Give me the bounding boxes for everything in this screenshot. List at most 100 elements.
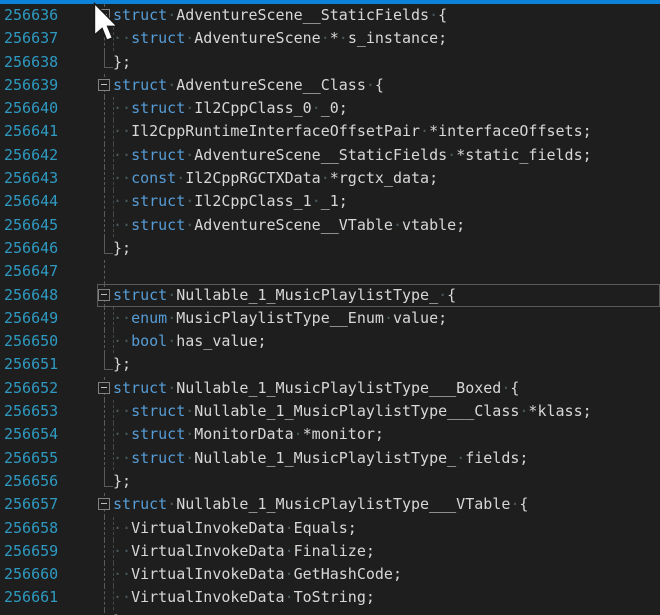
code-line[interactable]: 256653··struct·Nullable_1_MusicPlaylistT… bbox=[0, 400, 660, 423]
code-text: ··struct·AdventureScene__StaticFields·*s… bbox=[113, 144, 592, 167]
code-line[interactable]: 256646}; bbox=[0, 237, 660, 260]
line-number[interactable]: 256644 bbox=[4, 190, 58, 213]
line-number[interactable]: 256647 bbox=[4, 260, 58, 283]
keyword-token: struct bbox=[113, 286, 167, 304]
line-number[interactable]: 256648 bbox=[4, 284, 58, 307]
line-number[interactable]: 256653 bbox=[4, 400, 58, 423]
code-line[interactable]: 256640··struct·Il2CppClass_0·_0; bbox=[0, 97, 660, 120]
code-token: Nullable_1_MusicPlaylistType___VTable bbox=[176, 495, 510, 513]
whitespace-dot: · bbox=[122, 565, 131, 583]
line-number[interactable]: 256661 bbox=[4, 586, 58, 609]
whitespace-dot: · bbox=[113, 449, 122, 467]
line-number[interactable]: 256652 bbox=[4, 377, 58, 400]
line-number[interactable]: 256649 bbox=[4, 307, 58, 330]
code-line[interactable]: 256639struct·AdventureScene__Class·{ bbox=[0, 74, 660, 97]
code-line[interactable]: 256656}; bbox=[0, 470, 660, 493]
code-line[interactable]: 256661··VirtualInvokeData·ToString; bbox=[0, 586, 660, 609]
line-number[interactable]: 256658 bbox=[4, 517, 58, 540]
fold-scope-line bbox=[104, 517, 105, 540]
whitespace-dot: · bbox=[285, 565, 294, 583]
line-number[interactable]: 256654 bbox=[4, 423, 58, 446]
code-line[interactable]: 256645··struct·AdventureScene__VTable·vt… bbox=[0, 214, 660, 237]
whitespace-dot: · bbox=[429, 6, 438, 24]
whitespace-dot: · bbox=[167, 286, 176, 304]
whitespace-dot: · bbox=[113, 402, 122, 420]
code-line[interactable]: 256642 ··struct·AdventureScene__StaticFie… bbox=[0, 144, 660, 167]
code-line[interactable]: 256650 ··bool·has_value; bbox=[0, 330, 660, 353]
line-number[interactable]: 256639 bbox=[4, 74, 58, 97]
fold-scope-line bbox=[104, 563, 105, 586]
whitespace-dot: · bbox=[366, 76, 375, 94]
code-text: struct·Nullable_1_MusicPlaylistType_·{ bbox=[113, 284, 456, 307]
whitespace-dot: · bbox=[420, 122, 429, 140]
code-line[interactable]: 256649··enum·MusicPlaylistType__Enum·val… bbox=[0, 307, 660, 330]
code-line[interactable]: 256651}; bbox=[0, 353, 660, 376]
fold-end-corner bbox=[104, 51, 113, 68]
code-line[interactable]: 256638}; bbox=[0, 51, 660, 74]
minus-glyph bbox=[101, 387, 107, 388]
code-token: *rgctx_data; bbox=[330, 169, 438, 187]
code-text: ··const·Il2CppRGCTXData·*rgctx_data; bbox=[113, 167, 438, 190]
fold-collapse-icon[interactable] bbox=[98, 289, 110, 301]
code-token: AdventureScene__Class bbox=[176, 76, 366, 94]
code-line[interactable]: 256637 ··struct·AdventureScene·*·s_instan… bbox=[0, 27, 660, 50]
code-token: *static_fields; bbox=[456, 146, 591, 164]
fold-scope-line bbox=[104, 27, 105, 50]
line-number[interactable]: 256643 bbox=[4, 167, 58, 190]
fold-collapse-icon[interactable] bbox=[98, 9, 110, 21]
line-number[interactable]: 256662 bbox=[4, 610, 58, 615]
fold-collapse-icon[interactable] bbox=[98, 382, 110, 394]
code-line[interactable]: 256652struct·Nullable_1_MusicPlaylistTyp… bbox=[0, 377, 660, 400]
code-line[interactable]: 256636struct·AdventureScene__StaticField… bbox=[0, 4, 660, 27]
code-token: vtable; bbox=[402, 216, 465, 234]
line-number[interactable]: 256645 bbox=[4, 214, 58, 237]
code-line[interactable]: 256658··VirtualInvokeData·Equals; bbox=[0, 517, 660, 540]
code-token: VirtualInvokeData bbox=[131, 519, 285, 537]
code-line[interactable]: 256647 bbox=[0, 260, 660, 283]
code-line[interactable]: 256659··VirtualInvokeData·Finalize; bbox=[0, 540, 660, 563]
fold-collapse-icon[interactable] bbox=[98, 498, 110, 510]
code-text: ··bool·has_value; bbox=[113, 330, 267, 353]
line-number[interactable]: 256660 bbox=[4, 563, 58, 586]
keyword-token: struct bbox=[131, 402, 185, 420]
code-token: { bbox=[447, 286, 456, 304]
line-number[interactable]: 256636 bbox=[4, 4, 58, 27]
line-number[interactable]: 256646 bbox=[4, 237, 58, 260]
code-line[interactable]: 256655··struct·Nullable_1_MusicPlaylistT… bbox=[0, 447, 660, 470]
code-token: VirtualInvokeData bbox=[131, 565, 285, 583]
code-line[interactable]: 256662}; bbox=[0, 610, 660, 615]
line-number[interactable]: 256651 bbox=[4, 353, 58, 376]
fold-scope-line bbox=[104, 144, 105, 167]
line-number[interactable]: 256659 bbox=[4, 540, 58, 563]
fold-collapse-icon[interactable] bbox=[98, 79, 110, 91]
keyword-token: struct bbox=[131, 146, 185, 164]
line-number[interactable]: 256655 bbox=[4, 447, 58, 470]
code-line[interactable]: 256660··VirtualInvokeData·GetHashCode; bbox=[0, 563, 660, 586]
code-line[interactable]: 256643 ··const·Il2CppRGCTXData·*rgctx_dat… bbox=[0, 167, 660, 190]
line-number[interactable]: 256637 bbox=[4, 27, 58, 50]
line-number[interactable]: 256638 bbox=[4, 51, 58, 74]
code-token: }; bbox=[113, 53, 131, 71]
whitespace-dot: · bbox=[185, 146, 194, 164]
fold-scope-line bbox=[104, 97, 105, 120]
whitespace-dot: · bbox=[113, 425, 122, 443]
code-editor[interactable]: 256636struct·AdventureScene__StaticField… bbox=[0, 4, 660, 615]
line-number[interactable]: 256642 bbox=[4, 144, 58, 167]
code-text: ··struct·AdventureScene·*·s_instance; bbox=[113, 27, 447, 50]
line-number[interactable]: 256656 bbox=[4, 470, 58, 493]
line-number[interactable]: 256657 bbox=[4, 493, 58, 516]
code-line[interactable]: 256644··struct·Il2CppClass_1·_1; bbox=[0, 190, 660, 213]
code-line[interactable]: 256648struct·Nullable_1_MusicPlaylistTyp… bbox=[0, 284, 660, 307]
code-token: Nullable_1_MusicPlaylistType___Boxed bbox=[176, 379, 501, 397]
code-line[interactable]: 256654··struct·MonitorData·*monitor; bbox=[0, 423, 660, 446]
code-line[interactable]: 256641··Il2CppRuntimeInterfaceOffsetPair… bbox=[0, 120, 660, 143]
line-number[interactable]: 256650 bbox=[4, 330, 58, 353]
line-number[interactable]: 256641 bbox=[4, 120, 58, 143]
whitespace-dot: · bbox=[185, 29, 194, 47]
fold-scope-line bbox=[104, 167, 105, 190]
fold-end-corner bbox=[104, 237, 113, 254]
code-line[interactable]: 256657struct·Nullable_1_MusicPlaylistTyp… bbox=[0, 493, 660, 516]
code-token: Equals; bbox=[294, 519, 357, 537]
line-number[interactable]: 256640 bbox=[4, 97, 58, 120]
keyword-token: const bbox=[131, 169, 176, 187]
